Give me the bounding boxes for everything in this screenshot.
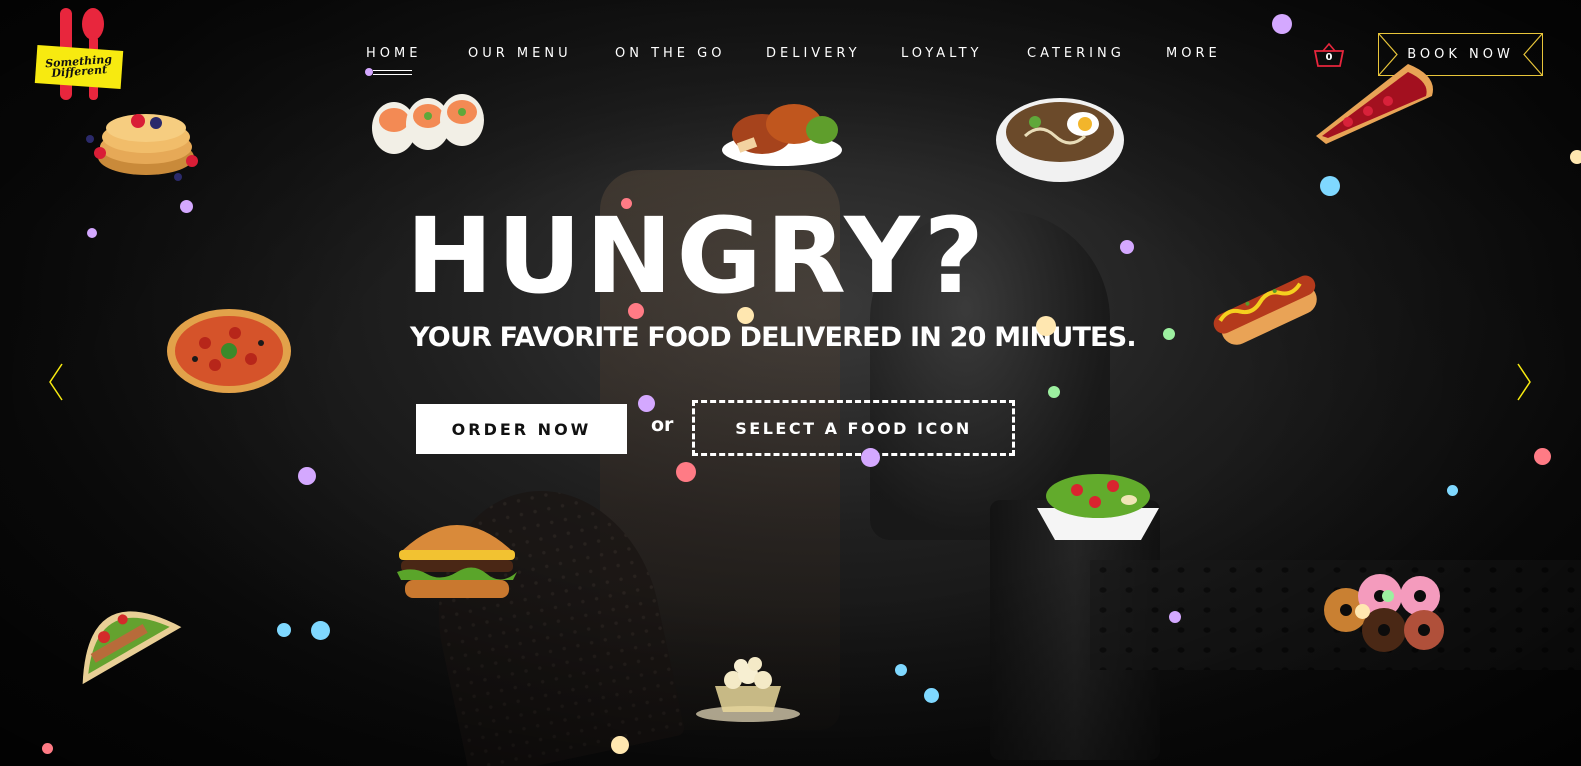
salad-icon[interactable]: [1033, 456, 1163, 546]
confetti-dot: [311, 621, 330, 640]
confetti-dot: [621, 198, 632, 209]
confetti-dot: [277, 623, 291, 637]
confetti-dot: [1355, 604, 1370, 619]
chevron-right-icon[interactable]: [1514, 362, 1534, 402]
book-right-ornament: [1523, 33, 1543, 76]
confetti-dot: [861, 448, 880, 467]
confetti-dot: [1272, 14, 1292, 34]
confetti-dot: [1163, 328, 1175, 340]
confetti-dot: [924, 688, 939, 703]
nav-item-on-the-go[interactable]: ON THE GO: [615, 46, 725, 61]
hot-dog-icon[interactable]: [1212, 264, 1322, 356]
pizza-icon[interactable]: [165, 305, 293, 400]
select-food-icon-button[interactable]: SELECT A FOOD ICON: [692, 400, 1015, 456]
roast-chicken-icon[interactable]: [718, 92, 846, 172]
hero-subtitle: YOUR FAVORITE FOOD DELIVERED IN 20 MINUT…: [410, 322, 1137, 353]
confetti-dot: [628, 303, 644, 319]
sushi-icon[interactable]: [368, 80, 494, 160]
nav-item-loyalty[interactable]: LOYALTY: [901, 46, 982, 61]
burger-icon[interactable]: [393, 510, 521, 606]
confetti-dot: [1447, 485, 1458, 496]
confetti-dot: [611, 736, 629, 754]
confetti-dot: [737, 307, 754, 324]
or-separator: or: [651, 414, 674, 436]
nav-active-indicator: [365, 68, 412, 76]
pancakes-icon[interactable]: [80, 95, 210, 187]
confetti-dot: [676, 462, 696, 482]
confetti-dot: [1120, 240, 1134, 254]
nav-item-delivery[interactable]: DELIVERY: [766, 46, 861, 61]
confetti-dot: [895, 664, 907, 676]
confetti-dot: [1048, 386, 1060, 398]
confetti-dot: [298, 467, 316, 485]
cherry-pie-icon[interactable]: [1308, 56, 1442, 148]
confetti-dot: [1169, 611, 1181, 623]
confetti-dot: [180, 200, 193, 213]
donuts-icon[interactable]: [1320, 568, 1452, 656]
confetti-dot: [1382, 590, 1394, 602]
order-now-button[interactable]: ORDER NOW: [416, 404, 627, 454]
confetti-dot: [1320, 176, 1340, 196]
confetti-dot: [638, 395, 655, 412]
nav-item-more[interactable]: MORE: [1166, 46, 1221, 61]
nav-item-home[interactable]: HOME: [366, 46, 421, 61]
hero-title: HUNGRY?: [406, 195, 988, 317]
nav-item-catering[interactable]: CATERING: [1027, 46, 1125, 61]
nav-item-our-menu[interactable]: OUR MENU: [468, 46, 572, 61]
popcorn-icon[interactable]: [693, 656, 803, 722]
taco-icon[interactable]: [58, 588, 188, 692]
confetti-dot: [42, 743, 53, 754]
chevron-left-icon[interactable]: [46, 362, 66, 402]
confetti-dot: [1036, 316, 1056, 336]
confetti-dot: [87, 228, 97, 238]
confetti-dot: [1570, 150, 1581, 164]
confetti-dot: [1534, 448, 1551, 465]
ramen-icon[interactable]: [995, 92, 1125, 192]
